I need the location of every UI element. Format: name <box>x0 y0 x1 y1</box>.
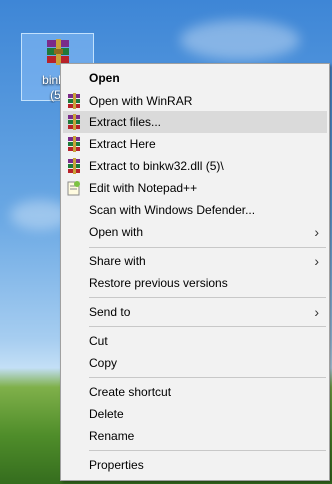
menu-item-label: Rename <box>89 429 135 443</box>
menu-item-label: Properties <box>89 458 144 472</box>
menu-item-share-with[interactable]: Share with › <box>63 250 327 272</box>
winrar-archive-icon <box>47 39 69 65</box>
menu-item-rename[interactable]: Rename <box>63 425 327 447</box>
menu-item-cut[interactable]: Cut <box>63 330 327 352</box>
notepadpp-icon <box>67 181 80 196</box>
menu-item-label: Cut <box>89 334 108 348</box>
menu-item-edit-with-notepadpp[interactable]: Edit with Notepad++ <box>63 177 327 199</box>
menu-item-open[interactable]: Open <box>63 67 327 89</box>
menu-item-label: Scan with Windows Defender... <box>89 203 256 217</box>
menu-separator <box>89 297 326 298</box>
menu-item-extract-here[interactable]: Extract Here <box>63 133 327 155</box>
menu-separator <box>89 450 326 451</box>
menu-item-label: Open with <box>89 225 144 239</box>
menu-item-send-to[interactable]: Send to › <box>63 301 327 323</box>
chevron-right-icon: › <box>314 304 319 320</box>
chevron-right-icon: › <box>314 253 319 269</box>
menu-separator <box>89 247 326 248</box>
menu-item-delete[interactable]: Delete <box>63 403 327 425</box>
menu-item-extract-to-folder[interactable]: Extract to binkw32.dll (5)\ <box>63 155 327 177</box>
menu-item-label: Open <box>89 71 120 85</box>
winrar-icon <box>66 93 82 109</box>
menu-item-label: Delete <box>89 407 124 421</box>
menu-item-label: Extract files... <box>89 115 162 129</box>
menu-item-label: Copy <box>89 356 118 370</box>
menu-item-label: Extract to binkw32.dll (5)\ <box>89 159 224 173</box>
menu-item-label: Restore previous versions <box>89 276 228 290</box>
menu-item-label: Share with <box>89 254 146 268</box>
menu-item-open-with[interactable]: Open with › <box>63 221 327 243</box>
menu-item-restore-previous-versions[interactable]: Restore previous versions <box>63 272 327 294</box>
winrar-icon <box>66 136 82 152</box>
menu-item-extract-files[interactable]: Extract files... <box>63 111 327 133</box>
menu-item-open-with-winrar[interactable]: Open with WinRAR <box>63 90 327 112</box>
menu-item-create-shortcut[interactable]: Create shortcut <box>63 381 327 403</box>
context-menu: Open Open with WinRAR Extract files... E… <box>60 63 330 481</box>
winrar-icon <box>66 114 82 130</box>
chevron-right-icon: › <box>314 224 319 240</box>
menu-item-label: Edit with Notepad++ <box>89 181 198 195</box>
menu-item-label: Open with WinRAR <box>89 94 193 108</box>
menu-item-copy[interactable]: Copy <box>63 352 327 374</box>
menu-item-properties[interactable]: Properties <box>63 454 327 476</box>
menu-item-label: Extract Here <box>89 137 156 151</box>
menu-item-scan-windows-defender[interactable]: Scan with Windows Defender... <box>63 199 327 221</box>
winrar-icon <box>66 158 82 174</box>
menu-item-label: Create shortcut <box>89 385 172 399</box>
menu-separator <box>89 377 326 378</box>
menu-separator <box>89 326 326 327</box>
menu-item-label: Send to <box>89 305 131 319</box>
